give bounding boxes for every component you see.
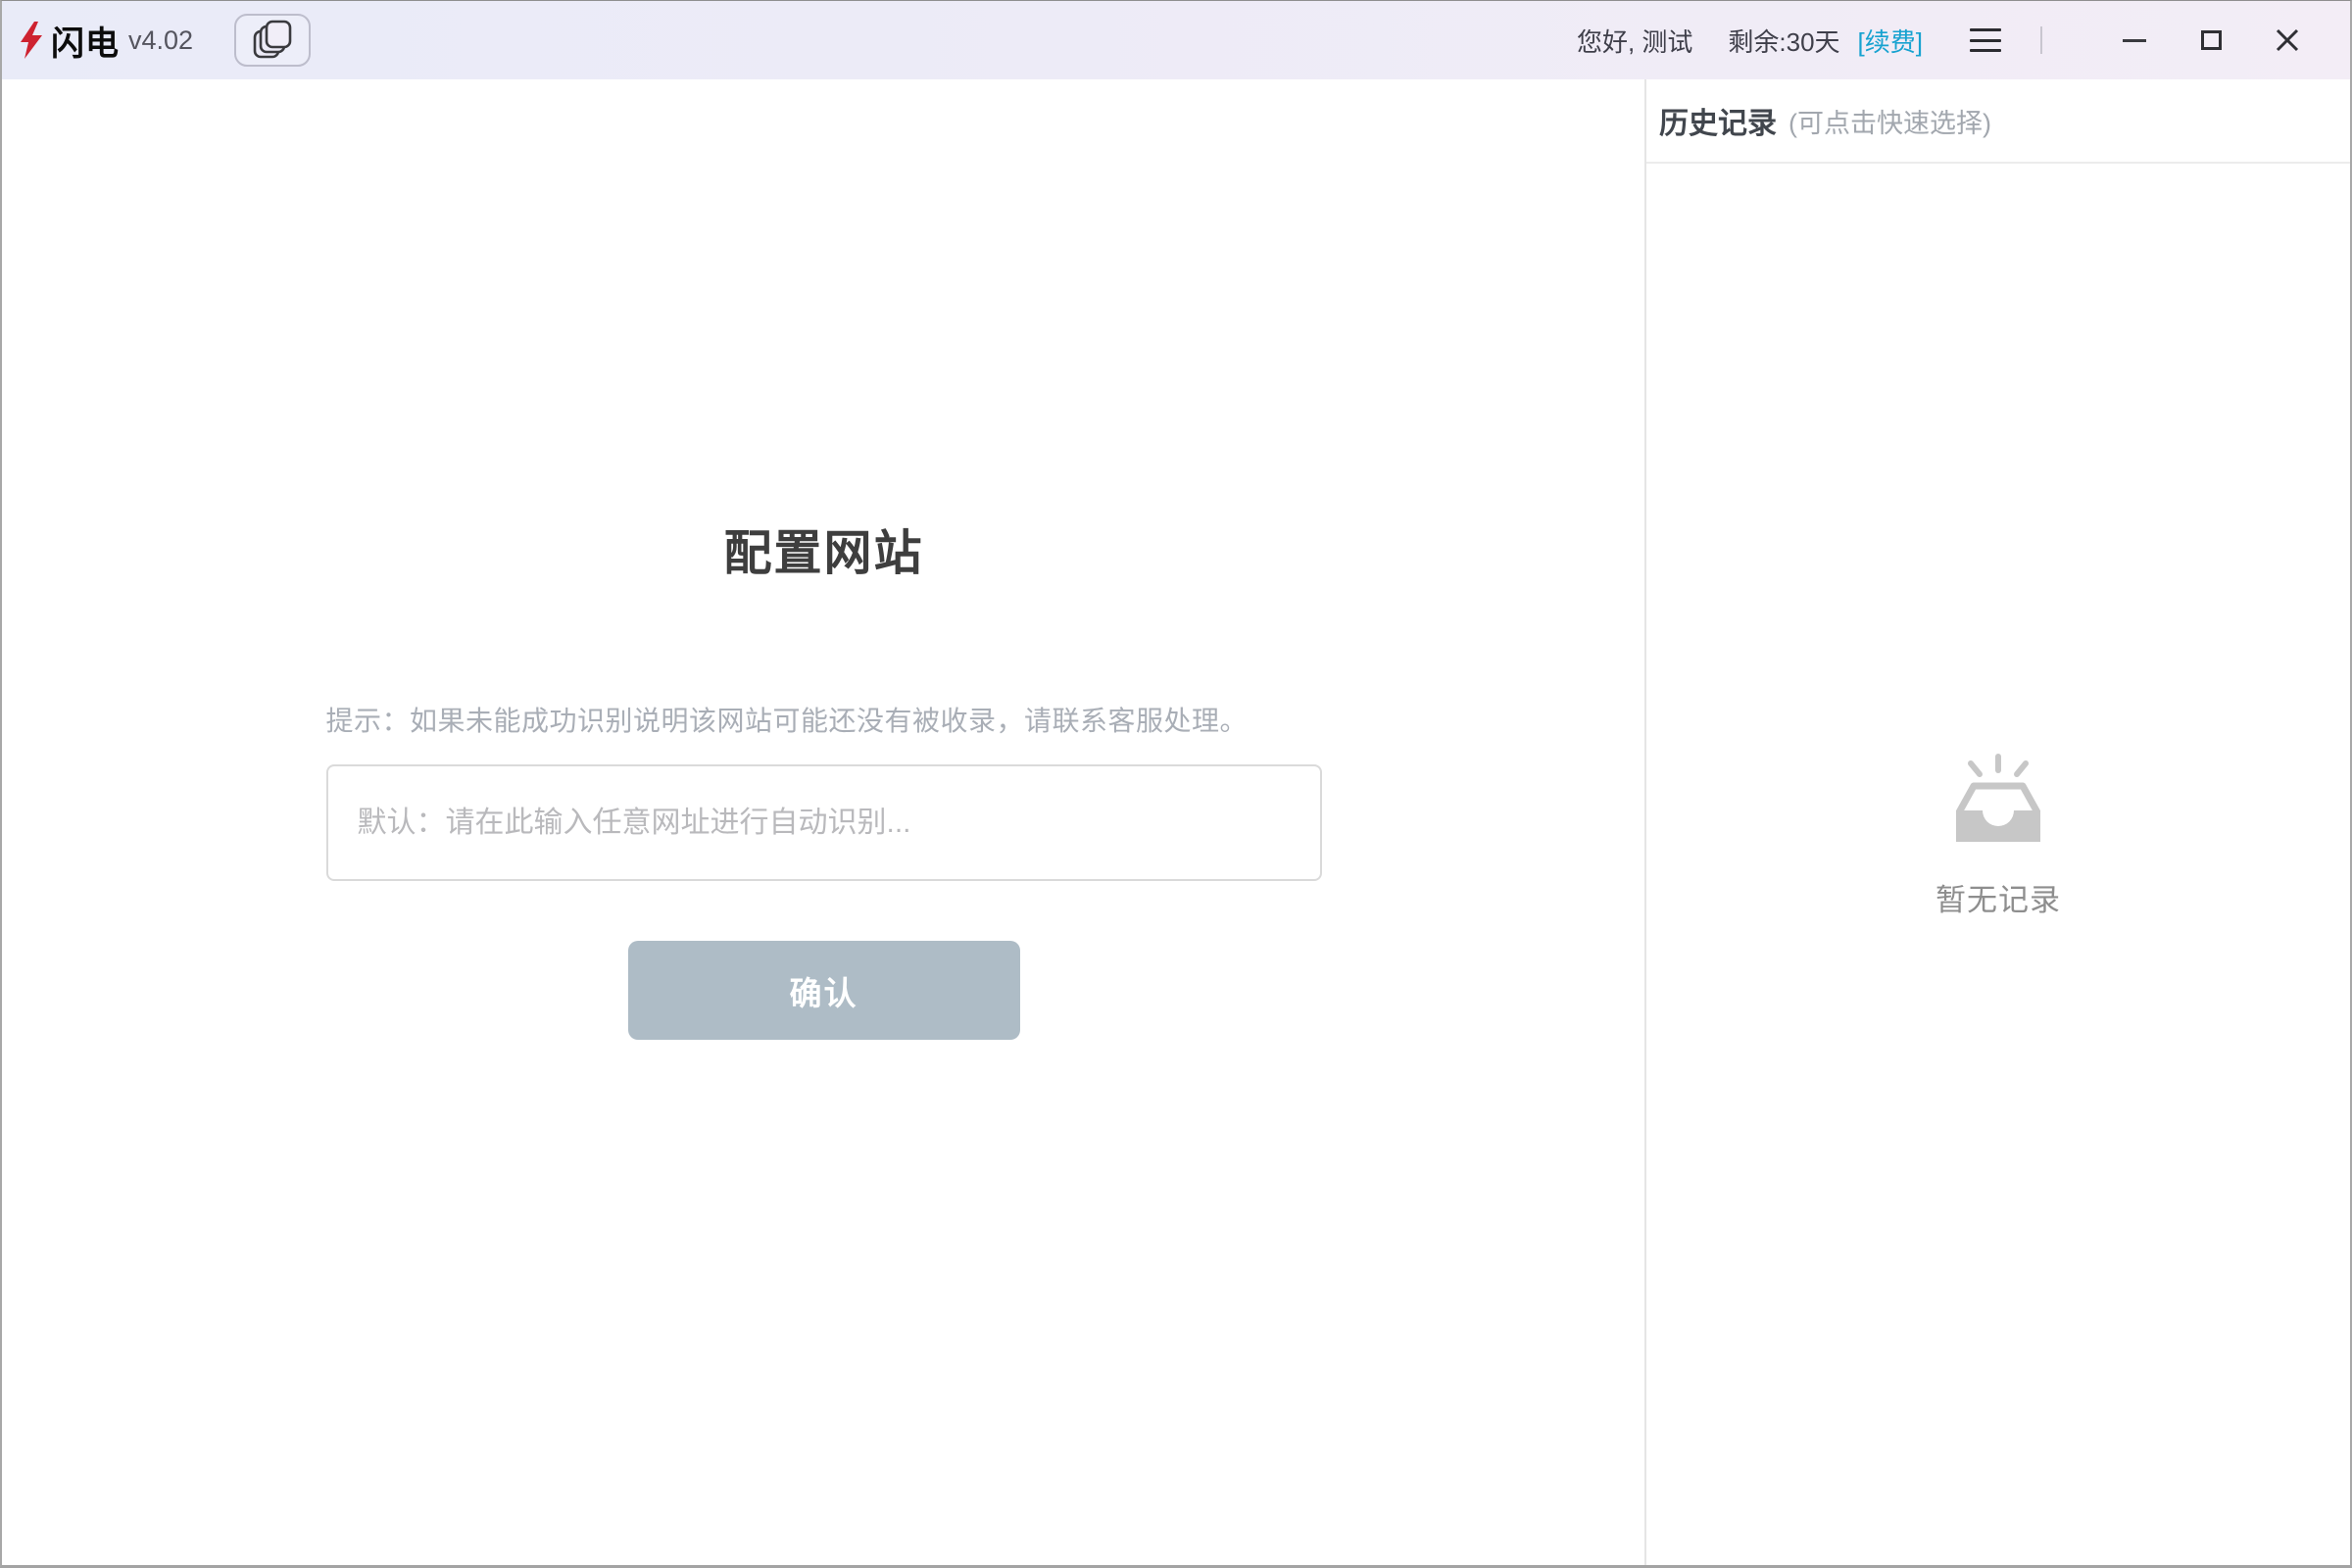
app-name: 闪电 <box>51 17 120 65</box>
maximize-icon <box>2201 30 2222 50</box>
history-sidebar: 历史记录 (可点击快速选择) 暂无记录 <box>1644 79 2350 1565</box>
titlebar-divider <box>2040 26 2042 54</box>
user-greeting: 您好, 测试 <box>1577 23 1692 59</box>
app-window: { "titlebar": { "app_name": "闪电", "versi… <box>0 0 2352 1568</box>
sidebar-subtitle: (可点击快速选择) <box>1788 102 1991 140</box>
empty-text: 暂无记录 <box>1936 875 2061 919</box>
titlebar-right: 您好, 测试 剩余:30天 [续费] <box>1577 19 2309 62</box>
menu-icon <box>1970 28 2001 31</box>
minimize-icon <box>2123 39 2146 42</box>
empty-inbox-icon <box>1946 754 2050 846</box>
lightning-icon <box>20 22 43 59</box>
titlebar: 闪电 v4.02 您好, 测试 剩余:30天 [续费] <box>2 1 2350 79</box>
copies-icon <box>251 20 294 61</box>
close-icon <box>2275 27 2300 53</box>
main-panel: 配置网站 提示：如果未能成功识别说明该网站可能还没有被收录，请联系客服处理。 确… <box>2 79 1645 1565</box>
app-version: v4.02 <box>128 25 193 56</box>
url-input[interactable] <box>326 764 1322 881</box>
page-title: 配置网站 <box>326 514 1322 584</box>
copies-button[interactable] <box>234 14 311 67</box>
confirm-button[interactable]: 确认 <box>628 941 1020 1040</box>
menu-button[interactable] <box>1970 28 2001 52</box>
sidebar-header: 历史记录 (可点击快速选择) <box>1646 79 2350 164</box>
sidebar-title: 历史记录 <box>1659 99 1777 142</box>
empty-state: 暂无记录 <box>1646 754 2350 919</box>
days-remaining: 剩余:30天 <box>1728 23 1839 59</box>
minimize-button[interactable] <box>2113 19 2156 62</box>
app-brand: 闪电 v4.02 <box>20 17 193 65</box>
maximize-button[interactable] <box>2189 19 2232 62</box>
renew-link[interactable]: [续费] <box>1858 23 1923 59</box>
hint-text: 提示：如果未能成功识别说明该网站可能还没有被收录，请联系客服处理。 <box>326 700 1322 739</box>
close-button[interactable] <box>2266 19 2309 62</box>
